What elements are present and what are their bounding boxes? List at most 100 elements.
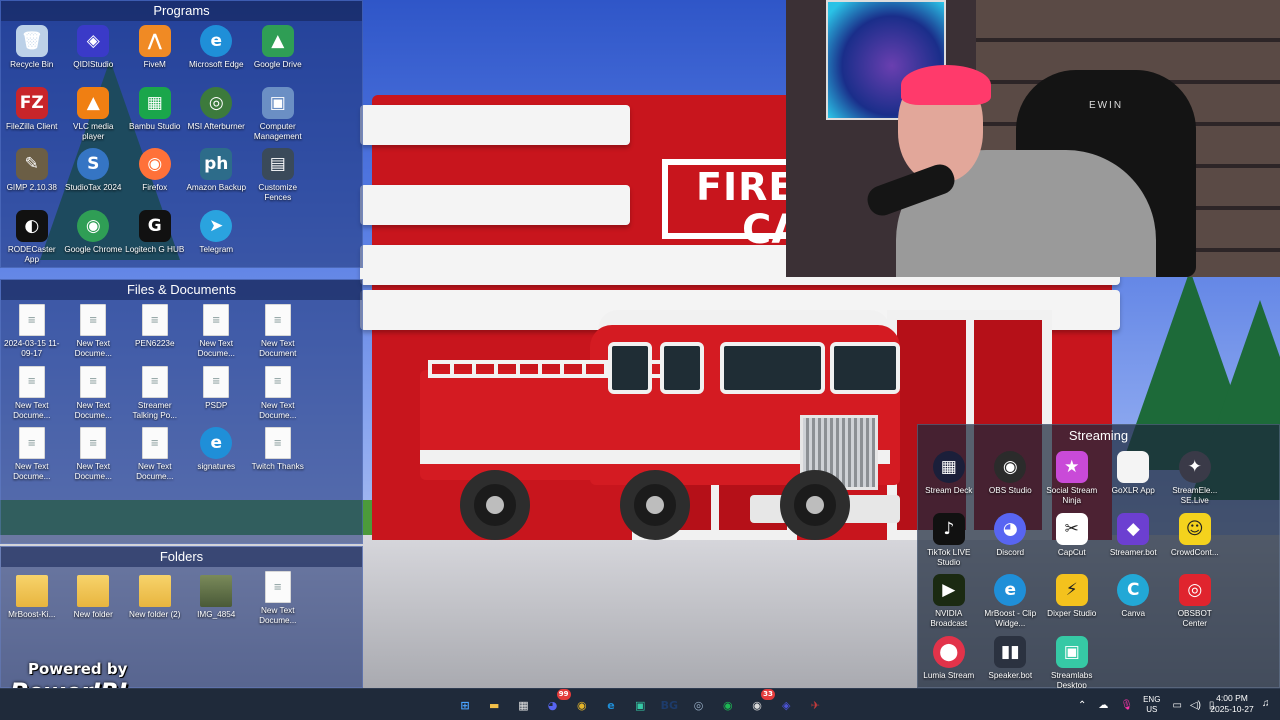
- desktop-icon[interactable]: ⚡ Dixper Studio: [1041, 570, 1103, 632]
- files-documents-fence[interactable]: Files & Documents ≡ 2024-03-15 11-09-17 ≡ N…: [0, 279, 363, 544]
- desktop-icon[interactable]: C Canva: [1103, 570, 1165, 632]
- desktop-icon[interactable]: S StudioTax 2024: [63, 144, 125, 206]
- desktop-icon[interactable]: G Logitech G HUB: [124, 206, 186, 268]
- desktop-icon[interactable]: ▮▮ Speaker.bot: [980, 632, 1042, 694]
- desktop-icon[interactable]: ≡ PEN6223e: [124, 300, 186, 362]
- desktop-icon[interactable]: ◈ QIDIStudio: [63, 21, 125, 83]
- desktop-icon[interactable]: ≡ New Text Docume...: [1, 362, 63, 424]
- taskbar-clock[interactable]: 4:00 PM 2025-10-27: [1204, 693, 1260, 715]
- desktop-icon-label: Customize Fences: [258, 183, 298, 202]
- desktop-icon[interactable]: ▣ Streamlabs Desktop: [1041, 632, 1103, 694]
- microphone-icon[interactable]: 🎙: [1120, 700, 1133, 711]
- desktop-icon[interactable]: ≡ New Text Docume...: [247, 567, 309, 629]
- streaming-fence[interactable]: Streaming ▦ Stream Deck ◉ OBS Studio ★ Social…: [917, 424, 1280, 690]
- desktop-icon-label: Logitech G HUB: [125, 244, 185, 254]
- firefox-icon: ◉: [138, 148, 171, 180]
- desktop-icon-label: Bambu Studio: [129, 121, 181, 131]
- desktop-icon[interactable]: ★ Social Stream Ninja: [1041, 447, 1103, 509]
- desktop-icon[interactable]: GoXLR App: [1103, 447, 1165, 509]
- desktop-icon[interactable]: ▶ NVIDIA Broadcast: [918, 570, 980, 632]
- notification-bell-icon[interactable]: ♫: [1262, 698, 1270, 709]
- desktop-icon[interactable]: e Microsoft Edge: [186, 21, 248, 83]
- desktop-icon[interactable]: ◉ Firefox: [124, 144, 186, 206]
- desktop-icon[interactable]: ◉ OBS Studio: [980, 447, 1042, 509]
- filezilla-icon: FZ: [15, 86, 48, 119]
- taskbar: ⊞ ▬ ▦ ◕ 99 ◉ e ▣ BG ◎ ◉ ◉ 33 ◈ ✈ ⌃ ☁ 🎙 ENG US ▭ ◁) ▯ 4…: [0, 688, 1280, 720]
- text-document-icon: ≡: [80, 427, 107, 459]
- desktop-icon[interactable]: ▣ Computer Management: [247, 83, 309, 145]
- desktop-icon[interactable]: ◆ Streamer.bot: [1103, 509, 1165, 571]
- desktop-icon[interactable]: ≡ Twitch Thanks: [247, 423, 309, 485]
- steam-taskbar-icon[interactable]: ◎: [687, 693, 711, 717]
- desktop-icon[interactable]: ≡ New Text Docume...: [1, 423, 63, 485]
- folders-fence-title[interactable]: Folders: [1, 547, 362, 567]
- network-icon[interactable]: ▭: [1172, 700, 1181, 711]
- programs-fence[interactable]: Programs 🗑 Recycle Bin ◈ QIDIStudio ⋀ FiveM e M…: [0, 0, 363, 268]
- desktop-icon[interactable]: ≡ Streamer Talking Po...: [124, 362, 186, 424]
- social-stream-ninja-icon: ★: [1055, 451, 1088, 483]
- desktop-icon[interactable]: ≡ New Text Docume...: [63, 300, 125, 362]
- desktop-icon[interactable]: ⬤ Lumia Stream: [918, 632, 980, 694]
- desktop-icon[interactable]: ➤ Telegram: [186, 206, 248, 268]
- desktop-icon[interactable]: ◐ RODECaster App: [1, 206, 63, 268]
- desktop-icon[interactable]: ◎ MSI Afterburner: [186, 83, 248, 145]
- desktop-icon[interactable]: e signatures: [186, 423, 248, 485]
- desktop-icon[interactable]: ▲ Google Drive: [247, 21, 309, 83]
- desktop-icon[interactable]: MrBoost-Ki...: [1, 567, 63, 629]
- programs-fence-title[interactable]: Programs: [1, 1, 362, 21]
- desktop-icon[interactable]: ▦ Stream Deck: [918, 447, 980, 509]
- obs-taskbar-icon[interactable]: ◉ 33: [745, 689, 775, 717]
- desktop-icon[interactable]: ▤ Customize Fences: [247, 144, 309, 206]
- files-fence-title[interactable]: Files & Documents: [1, 280, 362, 300]
- desktop-icon[interactable]: New folder: [63, 567, 125, 629]
- desktop-icon[interactable]: ≡ 2024-03-15 11-09-17: [1, 300, 63, 362]
- game-taskbar-icon[interactable]: ✈: [803, 693, 827, 717]
- desktop-icon[interactable]: ✦ StreamEle... SE.Live: [1164, 447, 1226, 509]
- file-explorer-icon[interactable]: ▬: [482, 693, 506, 717]
- desktop-icon[interactable]: 🗑 Recycle Bin: [1, 21, 63, 83]
- desktop-icon[interactable]: e MrBoost - Clip Widge...: [980, 570, 1042, 632]
- cloud-icon[interactable]: ☁: [1098, 700, 1108, 711]
- canva-icon: C: [1117, 574, 1150, 606]
- desktop-icon[interactable]: ▲ VLC media player: [63, 83, 125, 145]
- stream-deck-taskbar-icon[interactable]: ◈: [774, 693, 798, 717]
- desktop-icon[interactable]: New folder (2): [124, 567, 186, 629]
- desktop-icon[interactable]: ≡ New Text Document: [247, 300, 309, 362]
- desktop-icon[interactable]: ◉ Google Chrome: [63, 206, 125, 268]
- bg-app-taskbar-icon[interactable]: BG: [657, 693, 681, 717]
- notification-badge: 33: [761, 689, 775, 700]
- desktop-icon[interactable]: ☺ CrowdCont...: [1164, 509, 1226, 571]
- desktop-icon[interactable]: ♪ TikTok LIVE Studio: [918, 509, 980, 571]
- discord-taskbar-icon[interactable]: ◕ 99: [541, 689, 571, 717]
- desktop-icon[interactable]: ph Amazon Backup: [186, 144, 248, 206]
- desktop-icon[interactable]: ◎ OBSBOT Center: [1164, 570, 1226, 632]
- spotify-taskbar-icon[interactable]: ◉: [716, 693, 740, 717]
- desktop-icon[interactable]: FZ FileZilla Client: [1, 83, 63, 145]
- nvidia-broadcast-icon: ▶: [932, 574, 965, 606]
- desktop-icon-label: MrBoost - Clip Widge...: [984, 609, 1037, 628]
- streamlabs-taskbar-icon[interactable]: ▣: [628, 693, 652, 717]
- desktop-icon[interactable]: ≡ PSDP: [186, 362, 248, 424]
- chevron-up-icon[interactable]: ⌃: [1078, 700, 1086, 711]
- desktop-icon[interactable]: ✂ CapCut: [1041, 509, 1103, 571]
- chrome-taskbar-icon[interactable]: ◉: [570, 693, 594, 717]
- desktop-icon[interactable]: ≡ New Text Docume...: [124, 423, 186, 485]
- streaming-fence-title[interactable]: Streaming: [918, 425, 1279, 447]
- desktop-icon[interactable]: ≡ New Text Docume...: [186, 300, 248, 362]
- desktop-icon[interactable]: IMG_4854: [186, 567, 248, 629]
- text-document-icon: ≡: [264, 427, 291, 459]
- desktop-icon[interactable]: ≡ New Text Docume...: [247, 362, 309, 424]
- desktop-icon[interactable]: ≡ New Text Docume...: [63, 362, 125, 424]
- microsoft-store-icon[interactable]: ▦: [511, 693, 535, 717]
- language-indicator[interactable]: ENG US: [1143, 695, 1160, 715]
- volume-icon[interactable]: ◁): [1190, 700, 1201, 711]
- desktop-icon[interactable]: ▦ Bambu Studio: [124, 83, 186, 145]
- desktop-icon[interactable]: ✎ GIMP 2.10.38: [1, 144, 63, 206]
- desktop-icon[interactable]: ◕ Discord: [980, 509, 1042, 571]
- desktop-icon[interactable]: ≡ New Text Docume...: [63, 423, 125, 485]
- desktop-icon-label: New Text Docume...: [136, 462, 174, 481]
- fences-icon: ▤: [261, 148, 294, 180]
- desktop-icon[interactable]: ⋀ FiveM: [124, 21, 186, 83]
- edge-taskbar-icon[interactable]: e: [599, 693, 623, 717]
- start-button-icon[interactable]: ⊞: [453, 693, 477, 717]
